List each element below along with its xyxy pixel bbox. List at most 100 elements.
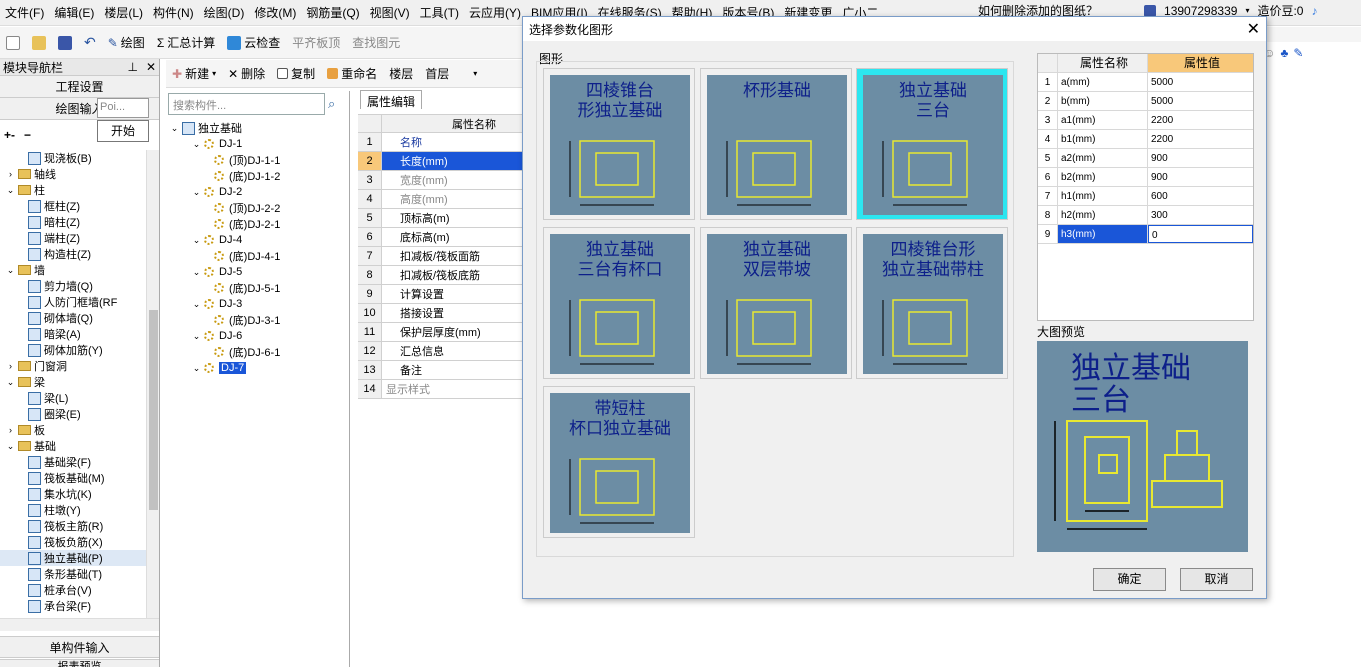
nav-tree-item[interactable]: 框柱(Z) [0,198,146,214]
dialog-close-icon[interactable]: ✕ [1247,19,1260,39]
param-value-input[interactable]: 600 [1148,187,1253,205]
param-value-input[interactable]: 300 [1148,206,1253,224]
nav-tree-item[interactable]: › 门窗洞 [0,358,146,374]
save-icon[interactable] [52,35,78,50]
expand-all-icon[interactable]: +- [4,128,15,142]
draw-button[interactable]: ✎ 绘图 [102,34,151,51]
component-tree-item[interactable]: ⌄ DJ-6 [170,328,348,344]
nav-tree-item[interactable]: 基础梁(F) [0,454,146,470]
search-icon[interactable]: ⌕ [328,96,335,112]
shape-tile[interactable]: 带短柱 杯口独立基础 [543,386,695,538]
param-value-input[interactable]: 5000 [1148,73,1253,91]
expand-toggle-icon[interactable]: ⌄ [170,123,179,133]
expand-toggle-icon[interactable]: ⌄ [192,235,201,245]
nav-tree-item[interactable]: 暗柱(Z) [0,214,146,230]
param-value-input[interactable]: 0 [1148,225,1253,243]
new-button[interactable]: ✚ 新建 ▾ [166,65,222,82]
nav-tree-item[interactable]: 砌体加筋(Y) [0,342,146,358]
component-tree-item[interactable]: (底)DJ-5-1 [170,280,348,296]
expand-toggle-icon[interactable]: ⌄ [192,139,201,149]
param-row[interactable]: 4 b1(mm) 2200 [1038,130,1253,149]
nav-tree-item[interactable]: ⌄ 基础 [0,438,146,454]
expand-toggle-icon[interactable]: ⌄ [192,187,201,197]
component-tree-item[interactable]: (底)DJ-1-2 [170,168,348,184]
nav-tree-item[interactable]: 砌体墙(Q) [0,310,146,326]
shape-tile[interactable]: 四棱锥台形 独立基础带柱 [856,227,1008,379]
shape-tile[interactable]: 杯形基础 [700,68,852,220]
param-value-input[interactable]: 900 [1148,168,1253,186]
nav-tree-item[interactable]: ⌄ 梁 [0,374,146,390]
nav-tree-item[interactable]: 梁(L) [0,390,146,406]
menu-item[interactable]: 工具(T) [415,4,464,21]
param-row[interactable]: 7 h1(mm) 600 [1038,187,1253,206]
shape-tile[interactable]: 独立基础 三台 [856,68,1008,220]
find-button[interactable]: 查找图元 [346,34,406,51]
expand-toggle-icon[interactable]: ⌄ [6,265,15,275]
report-preview-button[interactable]: 报表预览 [0,659,159,667]
component-tree-item[interactable]: ⌄ DJ-4 [170,232,348,248]
property-row[interactable]: 14 显示样式 [358,380,526,399]
param-value-input[interactable]: 5000 [1148,92,1253,110]
shape-tile[interactable]: 独立基础 双层带坡 [700,227,852,379]
component-tree-item[interactable]: ⌄ DJ-2 [170,184,348,200]
nav-tree-item[interactable]: › 板 [0,422,146,438]
menu-item[interactable]: 楼层(L) [99,4,148,21]
nav-tree-item[interactable]: 现浇板(B) [0,150,146,166]
nav-tree-item[interactable]: 构造柱(Z) [0,246,146,262]
component-tree-item[interactable]: (顶)DJ-2-2 [170,200,348,216]
project-settings-button[interactable]: 工程设置 [0,76,159,98]
pin-icon[interactable]: ⊥ [127,60,137,74]
expand-toggle-icon[interactable]: › [6,425,15,435]
open-icon[interactable] [26,35,52,50]
search-input[interactable]: 搜索构件... [168,93,325,115]
undo-icon[interactable]: ↶ [78,34,102,51]
param-value-input[interactable]: 900 [1148,149,1253,167]
bell-icon[interactable]: ♪ [1311,4,1317,18]
rename-button[interactable]: 重命名 [321,65,383,82]
param-row[interactable]: 5 a2(mm) 900 [1038,149,1253,168]
property-row[interactable]: 4 高度(mm) [358,190,526,209]
menu-item[interactable]: 视图(V) [365,4,415,21]
floor-select[interactable]: 首层 ▾ [419,65,483,82]
param-row[interactable]: 2 b(mm) 5000 [1038,92,1253,111]
property-row[interactable]: 7 扣减板/筏板面筋 [358,247,526,266]
nav-tree-item[interactable]: 人防门框墙(RF [0,294,146,310]
close-icon[interactable]: ✕ [146,60,156,74]
tab-property-edit[interactable]: 属性编辑 [360,90,423,109]
expand-toggle-icon[interactable]: ⌄ [192,331,201,341]
expand-toggle-icon[interactable]: ⌄ [6,441,15,451]
shape-tile[interactable]: 独立基础 三台有杯口 [543,227,695,379]
shape-tile[interactable]: 四棱锥台 形独立基础 [543,68,695,220]
new-file-icon[interactable] [0,35,26,50]
nav-tree-item[interactable]: 剪力墙(Q) [0,278,146,294]
property-row[interactable]: 11 保护层厚度(mm) [358,323,526,342]
component-tree-item[interactable]: ⌄ DJ-1 [170,136,348,152]
property-row[interactable]: 13 备注 [358,361,526,380]
property-row[interactable]: 5 顶标高(m) [358,209,526,228]
nav-tree-item[interactable]: 条形基础(T) [0,566,146,582]
flat-top-button[interactable]: 平齐板顶 [286,34,346,51]
param-row[interactable]: 6 b2(mm) 900 [1038,168,1253,187]
component-tree-item[interactable]: (底)DJ-2-1 [170,216,348,232]
nav-scrollbar[interactable] [146,150,159,618]
component-tree-item[interactable]: (底)DJ-3-1 [170,312,348,328]
param-row[interactable]: 9 h3(mm) 0 [1038,225,1253,244]
component-tree-item[interactable]: ⌄ DJ-7 [170,360,348,376]
menu-item[interactable]: 修改(M) [249,4,301,21]
delete-button[interactable]: ✕ 删除 [222,65,271,82]
nav-hscrollbar[interactable] [0,618,159,631]
expand-toggle-icon[interactable]: ⌄ [192,267,201,277]
cloud-check-button[interactable]: 云检查 [221,34,286,51]
nav-tree-item[interactable]: 筏板负筋(X) [0,534,146,550]
property-row[interactable]: 8 扣减板/筏板底筋 [358,266,526,285]
menu-item[interactable]: 文件(F) [0,4,49,21]
nav-tree-item[interactable]: › 轴线 [0,166,146,182]
property-row[interactable]: 3 宽度(mm) [358,171,526,190]
cancel-button[interactable]: 取消 [1180,568,1253,591]
expand-toggle-icon[interactable]: ⌄ [6,377,15,387]
single-input-button[interactable]: 单构件输入 [0,636,159,658]
wrench-icon[interactable]: ✎ [1293,46,1303,60]
property-row[interactable]: 2 长度(mm) [358,152,526,171]
property-row[interactable]: 9 计算设置 [358,285,526,304]
expand-toggle-icon[interactable]: ⌄ [192,363,201,373]
